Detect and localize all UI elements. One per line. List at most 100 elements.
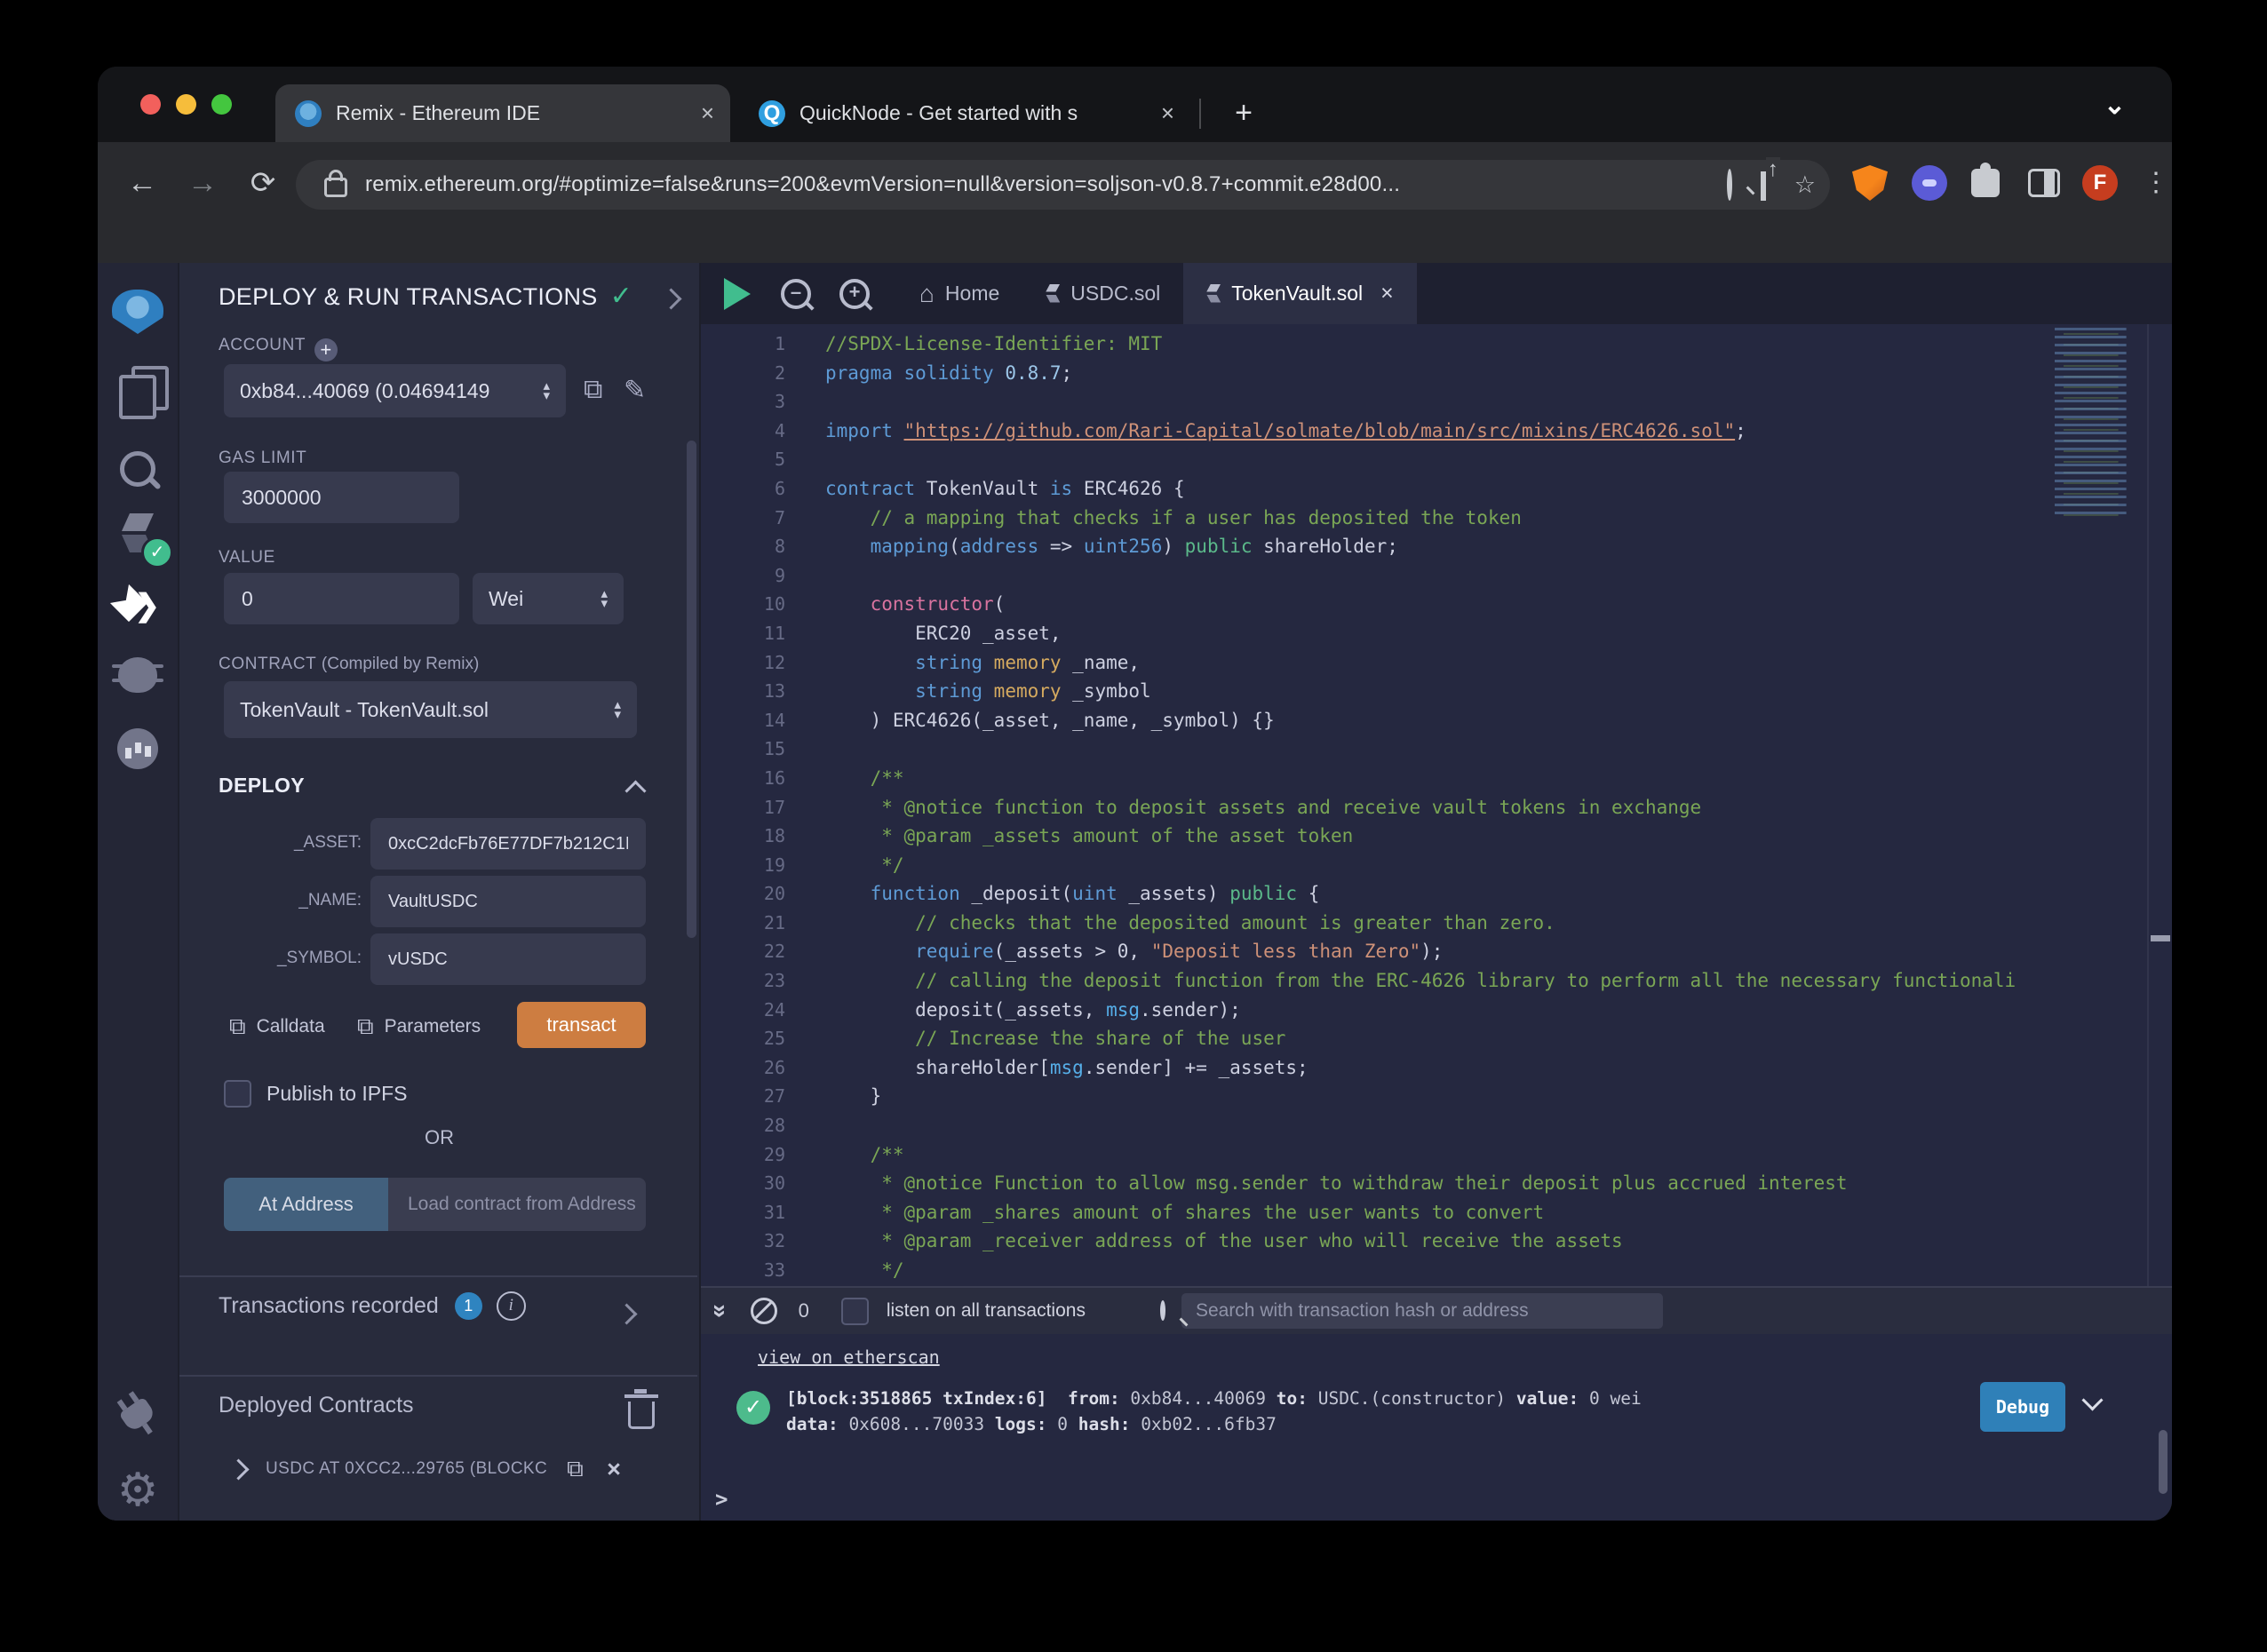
copy-icon: ⧉: [357, 1013, 374, 1041]
info-icon[interactable]: i: [497, 1291, 526, 1321]
tab-usdc-sol[interactable]: USDC.sol: [1022, 263, 1183, 324]
deploy-run-icon[interactable]: [115, 586, 160, 625]
editor-scrollbar[interactable]: [2147, 324, 2172, 1286]
code-line: 6contract TokenVault is ERC4626 {: [701, 474, 2172, 504]
run-script-icon[interactable]: [724, 278, 751, 310]
calldata-button[interactable]: ⧉ Calldata: [229, 1013, 325, 1041]
url-text[interactable]: remix.ethereum.org/#optimize=false&runs=…: [365, 172, 1713, 197]
copy-account-icon[interactable]: ⧉: [584, 375, 602, 405]
traffic-minimize-button[interactable]: [176, 94, 196, 115]
gas-limit-field[interactable]: [240, 485, 443, 511]
quicknode-favicon-icon: Q: [759, 100, 785, 127]
expand-terminal-icon[interactable]: »: [706, 1304, 735, 1318]
zoom-in-icon[interactable]: +: [839, 279, 870, 309]
asset-arg-field[interactable]: [386, 833, 630, 855]
remove-contract-icon[interactable]: ×: [607, 1456, 621, 1483]
panel-scrollbar[interactable]: [687, 441, 696, 938]
solidity-file-icon: [1046, 284, 1060, 304]
reload-button[interactable]: ⟳: [243, 163, 282, 203]
tab-close-icon[interactable]: ×: [1161, 99, 1174, 127]
tab-quicknode[interactable]: Q QuickNode - Get started with s ×: [739, 84, 1190, 142]
transact-button[interactable]: transact: [517, 1002, 646, 1048]
tab-search-chevron-icon[interactable]: ⌄: [2104, 90, 2126, 121]
debug-button[interactable]: Debug: [1980, 1382, 2065, 1432]
url-bar[interactable]: remix.ethereum.org/#optimize=false&runs=…: [296, 160, 1830, 210]
unit-select[interactable]: Wei ▴▾: [473, 573, 624, 624]
icon-rail: ✓ ⚙: [98, 263, 179, 1521]
or-label: OR: [179, 1126, 699, 1149]
settings-gear-icon[interactable]: ⚙: [117, 1467, 159, 1513]
code-line: 22 require(_assets > 0, "Deposit less th…: [701, 937, 2172, 966]
close-tab-icon[interactable]: ×: [1380, 281, 1394, 306]
clear-terminal-icon[interactable]: [751, 1298, 777, 1324]
listen-checkbox[interactable]: [841, 1298, 869, 1325]
value-field[interactable]: [240, 586, 443, 612]
profile-avatar[interactable]: F: [2082, 165, 2118, 201]
forward-button[interactable]: →: [183, 163, 222, 203]
gas-limit-input[interactable]: [224, 472, 459, 523]
new-tab-button[interactable]: +: [1224, 93, 1263, 132]
tab-close-icon[interactable]: ×: [701, 99, 714, 127]
sign-message-icon[interactable]: ✎: [624, 375, 646, 406]
bookmark-star-icon[interactable]: ☆: [1794, 171, 1816, 199]
purple-extension-icon[interactable]: [1912, 165, 1947, 201]
account-select[interactable]: 0xb84...40069 (0.04694149 ▴▾: [224, 364, 566, 417]
at-address-input[interactable]: Load contract from Address: [388, 1178, 646, 1231]
tab-home[interactable]: ⌂ Home: [896, 263, 1022, 324]
deployed-contract-row[interactable]: USDC AT 0XCC2...29765 (BLOCKC ⧉ ×: [231, 1455, 621, 1483]
terminal-search-input[interactable]: [1181, 1293, 1663, 1329]
editor-column: – + ⌂ Home USDC.sol TokenVault.sol × 1//…: [701, 263, 2172, 1521]
back-button[interactable]: ←: [123, 163, 162, 203]
metamask-extension-icon[interactable]: [1852, 165, 1888, 201]
expand-contract-icon[interactable]: [227, 1458, 249, 1480]
traffic-zoom-button[interactable]: [211, 94, 232, 115]
account-label: ACCOUNT+: [219, 336, 338, 361]
name-arg-input[interactable]: [370, 876, 646, 927]
plugin-manager-icon[interactable]: [123, 1403, 153, 1426]
parameters-button[interactable]: ⧉ Parameters: [357, 1013, 481, 1041]
tab-tokenvault-sol[interactable]: TokenVault.sol ×: [1183, 263, 1417, 324]
symbol-arg-input[interactable]: [370, 933, 646, 985]
clear-deployed-icon[interactable]: [628, 1402, 655, 1429]
deploy-section-header[interactable]: DEPLOY: [219, 774, 305, 798]
search-plugin-icon[interactable]: [120, 451, 155, 487]
debugger-icon[interactable]: [118, 657, 157, 693]
code-editor[interactable]: 1//SPDX-License-Identifier: MIT2pragma s…: [701, 324, 2172, 1286]
asset-arg-input[interactable]: [370, 818, 646, 870]
file-explorer-icon[interactable]: [119, 375, 156, 419]
side-panel-icon[interactable]: [2024, 165, 2060, 201]
add-account-icon[interactable]: +: [314, 338, 338, 361]
collapse-deploy-icon[interactable]: [624, 780, 646, 801]
compile-success-icon: ✓: [141, 536, 173, 568]
symbol-arg-field[interactable]: [386, 949, 630, 971]
remix-logo-icon[interactable]: [112, 290, 163, 334]
copy-address-icon[interactable]: ⧉: [567, 1455, 584, 1483]
deployed-contracts-header: Deployed Contracts: [219, 1393, 414, 1418]
publish-ipfs-checkbox[interactable]: [224, 1080, 251, 1108]
solidity-compiler-icon[interactable]: ✓: [118, 513, 157, 556]
etherscan-link[interactable]: view on etherscan: [758, 1346, 940, 1368]
minimap[interactable]: [2049, 328, 2149, 516]
terminal-scrollbar[interactable]: [2159, 1430, 2168, 1494]
at-address-button[interactable]: At Address: [224, 1178, 388, 1231]
name-arg-field[interactable]: [386, 891, 630, 913]
zoom-page-icon[interactable]: [1727, 171, 1732, 199]
browser-menu-icon[interactable]: ⋮: [2138, 165, 2172, 201]
scroll-position-marker: [2151, 935, 2170, 941]
zoom-out-icon[interactable]: –: [781, 279, 811, 309]
code-line: 23 // calling the deposit function from …: [701, 966, 2172, 996]
expand-log-icon[interactable]: [2085, 1393, 2100, 1412]
terminal: » 0 listen on all transactions view on e…: [701, 1286, 2172, 1521]
extensions-puzzle-icon[interactable]: [1968, 165, 2003, 201]
tab-remix[interactable]: Remix - Ethereum IDE ×: [275, 84, 730, 142]
panel-expand-icon[interactable]: [660, 288, 681, 309]
share-icon[interactable]: [1761, 171, 1766, 199]
contract-select[interactable]: TokenVault - TokenVault.sol ▴▾: [224, 681, 637, 738]
transactions-recorded[interactable]: Transactions recorded 1 i: [219, 1291, 526, 1321]
traffic-close-button[interactable]: [140, 94, 161, 115]
transactions-expand-icon[interactable]: [616, 1303, 637, 1324]
statistics-icon[interactable]: [117, 728, 158, 769]
terminal-log-text[interactable]: [block:3518865 txIndex:6] from: 0xb84...…: [786, 1386, 1642, 1437]
value-input[interactable]: [224, 573, 459, 624]
terminal-search-icon: [1160, 1303, 1165, 1319]
